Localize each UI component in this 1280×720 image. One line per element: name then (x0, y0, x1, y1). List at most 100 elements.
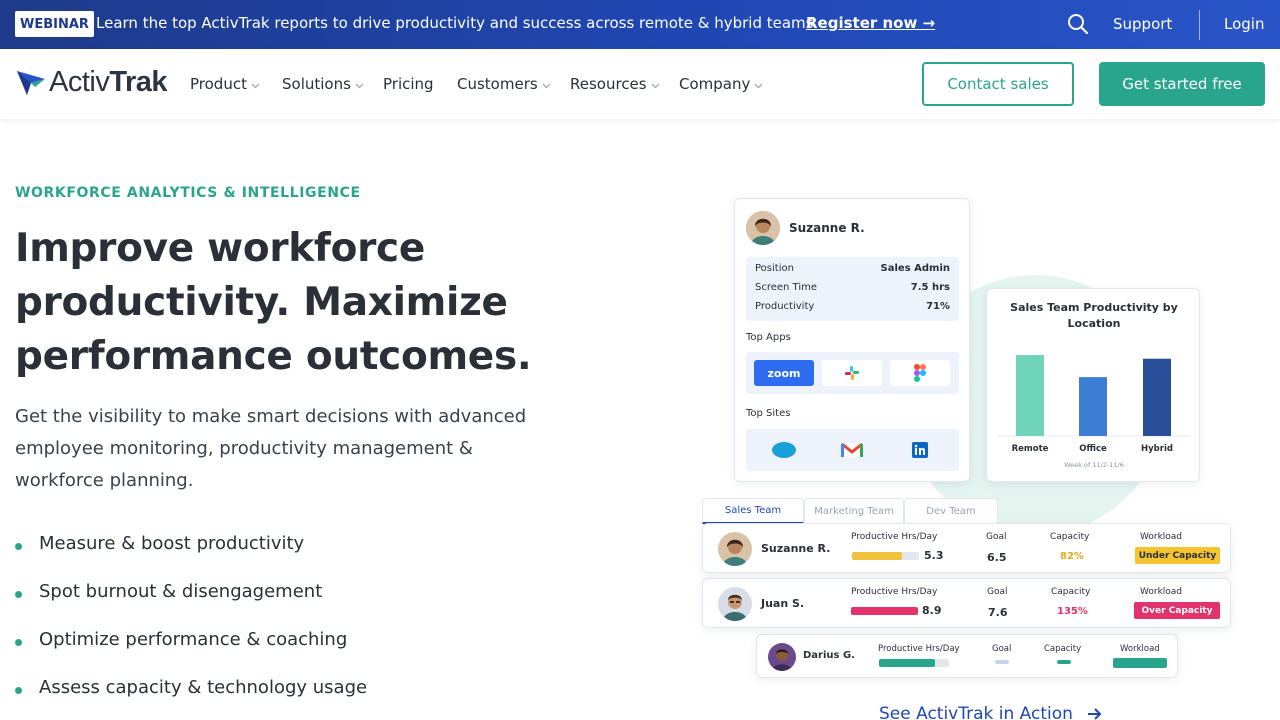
avatar (768, 643, 796, 671)
main-nav: ActivTrak Product Solutions Pricing Cust… (0, 49, 1280, 119)
top-apps-label: Top Apps (746, 332, 791, 343)
list-item: Optimize performance & coaching (15, 624, 367, 672)
chart-footnote: Week of 11/2-11/6 (1064, 461, 1124, 469)
linkedin-icon (890, 437, 950, 463)
goal-value: 6.5 (987, 551, 1007, 564)
logo-text-b: Trak (109, 65, 167, 98)
figma-icon (890, 360, 950, 386)
register-link[interactable]: Register now → (806, 14, 935, 32)
chart-bar-office (1079, 377, 1107, 436)
profile-name: Suzanne R. (789, 221, 865, 235)
top-sites-tray (746, 429, 959, 471)
table-row: Juan S. Productive Hrs/Day 8.9 Goal 7.6 … (702, 578, 1231, 628)
salesforce-icon (754, 437, 814, 463)
workload-label: Workload (1140, 532, 1183, 542)
nav-resources[interactable]: Resources (570, 75, 660, 93)
hero-eyebrow: WORKFORCE ANALYTICS & INTELLIGENCE (15, 185, 361, 201)
workload-label: Workload (1140, 587, 1183, 597)
arrow-right-icon (1087, 708, 1102, 720)
goal-placeholder (995, 660, 1009, 664)
tab-sales-team[interactable]: Sales Team (702, 498, 804, 524)
hours-label: Productive Hrs/Day (851, 532, 938, 542)
chart-tick-label: Office (1079, 444, 1107, 454)
capacity-placeholder (1057, 660, 1071, 664)
productivity-chart: Remote Office Hybrid Week of 11/2-11/6 (997, 355, 1191, 469)
bullet-dot (15, 687, 22, 694)
stat-row: Screen Time 7.5 hrs (755, 282, 950, 293)
banner-divider (1199, 10, 1200, 40)
nav-product[interactable]: Product (190, 75, 260, 93)
hours-bar-fill (851, 607, 918, 615)
tab-marketing-team[interactable]: Marketing Team (804, 498, 904, 524)
hours-value: 8.9 (922, 604, 942, 617)
support-link[interactable]: Support (1113, 15, 1172, 33)
employee-profile-card: Suzanne R. Position Sales Admin Screen Ti… (734, 198, 970, 482)
zoom-icon: zoom (754, 360, 814, 386)
hours-bar (852, 552, 919, 560)
chevron-down-icon (754, 83, 763, 89)
chevron-down-icon (355, 83, 364, 89)
hours-bar (879, 659, 949, 667)
tab-dev-team[interactable]: Dev Team (904, 498, 998, 524)
avatar (718, 587, 752, 621)
goal-label: Goal (986, 532, 1007, 542)
row-name: Juan S. (761, 597, 805, 610)
capacity-value: 135% (1057, 606, 1088, 617)
bullet-dot (15, 639, 22, 646)
top-sites-label: Top Sites (746, 408, 791, 419)
capacity-label: Capacity (1050, 532, 1090, 542)
nav-customers[interactable]: Customers (457, 75, 551, 93)
gmail-icon (822, 437, 882, 463)
hero-subcopy: Get the visibility to make smart decisio… (15, 406, 527, 491)
capacity-label: Capacity (1044, 644, 1082, 654)
chart-tick-label: Hybrid (1141, 444, 1173, 454)
list-item: Spot burnout & disengagement (15, 576, 367, 624)
slack-icon (822, 360, 882, 386)
chart-bar-hybrid (1143, 358, 1171, 436)
activtrak-logo[interactable]: ActivTrak (15, 63, 167, 101)
hours-label: Productive Hrs/Day (851, 587, 938, 597)
nav-solutions[interactable]: Solutions (282, 75, 364, 93)
team-tabs: Sales Team Marketing Team Dev Team (702, 498, 998, 524)
search-icon[interactable] (1067, 13, 1089, 35)
feature-list: Measure & boost productivity Spot burnou… (15, 528, 367, 720)
bullet-dot (15, 543, 22, 550)
hours-bar-fill (852, 552, 902, 560)
workload-label: Workload (1120, 644, 1160, 654)
chevron-down-icon (542, 83, 551, 89)
hours-bar-fill (879, 659, 935, 667)
chevron-down-icon (651, 83, 660, 89)
row-name: Darius G. (803, 650, 855, 661)
table-row: Darius G. Productive Hrs/Day Goal Capaci… (756, 634, 1178, 678)
logo-text-a: Activ (48, 65, 110, 98)
goal-value: 7.6 (988, 606, 1008, 619)
table-row: Suzanne R. Productive Hrs/Day 5.3 Goal 6… (702, 523, 1231, 573)
stat-row: Position Sales Admin (755, 263, 950, 274)
nav-company[interactable]: Company (679, 75, 763, 93)
see-in-action-link[interactable]: See ActivTrak in Action (879, 704, 1103, 720)
logo-mark-icon (16, 71, 45, 95)
bullet-dot (15, 591, 22, 598)
promo-banner: WEBINAR Learn the top ActivTrak reports … (0, 0, 1280, 49)
stat-row: Productivity 71% (755, 301, 950, 312)
hours-value: 5.3 (924, 549, 944, 562)
productivity-chart-card: Sales Team Productivity by Location Remo… (986, 288, 1200, 482)
contact-sales-button[interactable]: Contact sales (922, 62, 1074, 106)
login-link[interactable]: Login (1224, 15, 1264, 33)
status-badge: Under Capacity (1135, 547, 1220, 564)
status-badge: Over Capacity (1134, 602, 1220, 619)
banner-text: Learn the top ActivTrak reports to drive… (96, 14, 826, 32)
goal-label: Goal (992, 644, 1012, 654)
nav-pricing[interactable]: Pricing (383, 75, 434, 93)
avatar (718, 532, 752, 566)
avatar (746, 211, 780, 245)
chevron-down-icon (251, 83, 260, 89)
row-name: Suzanne R. (761, 542, 831, 555)
hours-bar (851, 607, 918, 615)
get-started-button[interactable]: Get started free (1099, 62, 1265, 106)
capacity-label: Capacity (1051, 587, 1091, 597)
hero-headline: Improve workforce productivity. Maximize… (15, 226, 532, 379)
status-badge (1113, 658, 1167, 668)
chart-bar-remote (1016, 355, 1044, 436)
goal-label: Goal (987, 587, 1008, 597)
